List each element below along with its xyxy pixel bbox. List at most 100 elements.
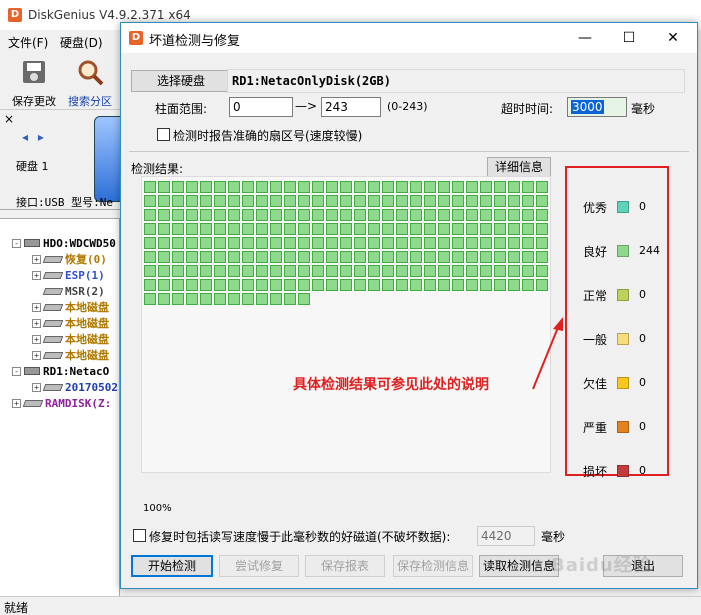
tree-expander-icon[interactable]: - [12,366,21,376]
repair-ms-input[interactable]: 4420 [477,526,535,546]
partition-icon [42,351,64,359]
track-cell [480,209,492,221]
tree-item[interactable]: MSR(2) [32,283,105,299]
track-cell [312,279,324,291]
tree-expander-icon[interactable]: + [32,302,41,312]
track-cell [242,279,254,291]
track-cell [410,195,422,207]
track-cell [354,181,366,193]
track-cell [312,181,324,193]
track-cell [368,265,380,277]
track-cell [228,223,240,235]
disk-prev-next-icon[interactable]: ◂ ▸ [22,130,47,144]
save-scan-info-button[interactable]: 保存检测信息 [393,555,473,577]
track-cell [340,223,352,235]
tree-item[interactable]: + 本地磁盘 [32,315,109,331]
tree-expander-icon[interactable]: + [32,318,41,328]
tree-item[interactable]: + ESP(1) [32,267,105,283]
track-cell [200,223,212,235]
track-cell [466,251,478,263]
save-changes-button[interactable]: 保存更改 [6,56,62,108]
track-cell [312,251,324,263]
track-cell [494,265,506,277]
start-scan-button[interactable]: 开始检测 [131,555,213,577]
report-sector-checkbox[interactable] [157,128,170,141]
track-cell [396,251,408,263]
track-cell [158,209,170,221]
track-cell [536,195,548,207]
close-icon[interactable]: × [4,112,14,126]
cylinder-to-input[interactable]: 243 [321,97,381,117]
cylinder-from-input[interactable]: 0 [229,97,293,117]
close-button[interactable]: ✕ [651,23,695,53]
track-cell [522,237,534,249]
track-cell [144,237,156,249]
track-cell [326,181,338,193]
legend-swatch [617,465,629,477]
track-cell [186,181,198,193]
track-cell [228,195,240,207]
track-cell [508,181,520,193]
partition-icon [22,399,44,407]
search-partition-button[interactable]: 搜索分区 [62,56,118,108]
legend-item: 正常 0 [567,287,667,303]
track-cell [242,223,254,235]
select-disk-button[interactable]: 选择硬盘 [131,70,231,92]
dialog-titlebar[interactable]: D 坏道检测与修复 — ☐ ✕ [121,23,697,53]
track-cell [298,181,310,193]
menu-file[interactable]: 文件(F) [8,34,48,51]
diskgenius-logo-icon: D [8,8,22,22]
track-cell [256,265,268,277]
repair-slow-checkbox[interactable] [133,529,146,542]
tree-expander-icon[interactable]: + [32,270,41,280]
maximize-button[interactable]: ☐ [607,23,651,53]
track-cell [480,279,492,291]
tree-expander-icon[interactable]: + [32,334,41,344]
minimize-button[interactable]: — [563,23,607,53]
tree-item[interactable]: + 本地磁盘 [32,347,109,363]
tree-expander-icon[interactable]: + [32,350,41,360]
tree-item[interactable]: +20170502 [32,379,118,395]
track-cell [256,195,268,207]
timeout-input[interactable]: 3000 [567,97,627,117]
track-cell [200,279,212,291]
track-cell [480,195,492,207]
detail-info-button[interactable]: 详细信息 [487,157,551,177]
tree-item[interactable]: + 本地磁盘 [32,331,109,347]
save-report-button[interactable]: 保存报表 [305,555,385,577]
tree-expander-icon[interactable]: + [12,398,21,408]
track-cell [214,251,226,263]
tree-item[interactable]: - RD1:NetacO [12,363,109,379]
tree-item[interactable]: + RAMDISK(Z: [12,395,111,411]
track-cell [284,181,296,193]
track-cell [186,265,198,277]
tree-expander-icon[interactable]: + [32,382,41,392]
legend-name: 欠佳 [583,377,608,391]
track-cell [144,265,156,277]
tree-expander-icon[interactable]: + [32,254,41,264]
track-cell [438,181,450,193]
track-cell [480,237,492,249]
legend-name: 一般 [583,333,608,347]
track-cell [452,209,464,221]
track-cell [144,195,156,207]
load-scan-info-button[interactable]: 读取检测信息 [479,555,559,577]
track-cell [270,209,282,221]
track-cell [172,251,184,263]
partition-icon [42,255,64,263]
menu-disk[interactable]: 硬盘(D) [60,34,103,51]
track-cell [186,209,198,221]
tree-item[interactable]: + 本地磁盘 [32,299,109,315]
tree-item[interactable]: - HDO:WDCWD50 [12,235,116,251]
track-cell [522,223,534,235]
try-repair-button[interactable]: 尝试修复 [219,555,299,577]
track-cell [480,223,492,235]
track-cell [326,265,338,277]
track-cell [536,251,548,263]
tree-expander-icon[interactable]: - [12,238,21,248]
track-cell [144,209,156,221]
tree-item[interactable]: + 恢复(0) [32,251,107,267]
track-cell [508,265,520,277]
track-cell [396,195,408,207]
legend-count: 0 [639,376,646,389]
